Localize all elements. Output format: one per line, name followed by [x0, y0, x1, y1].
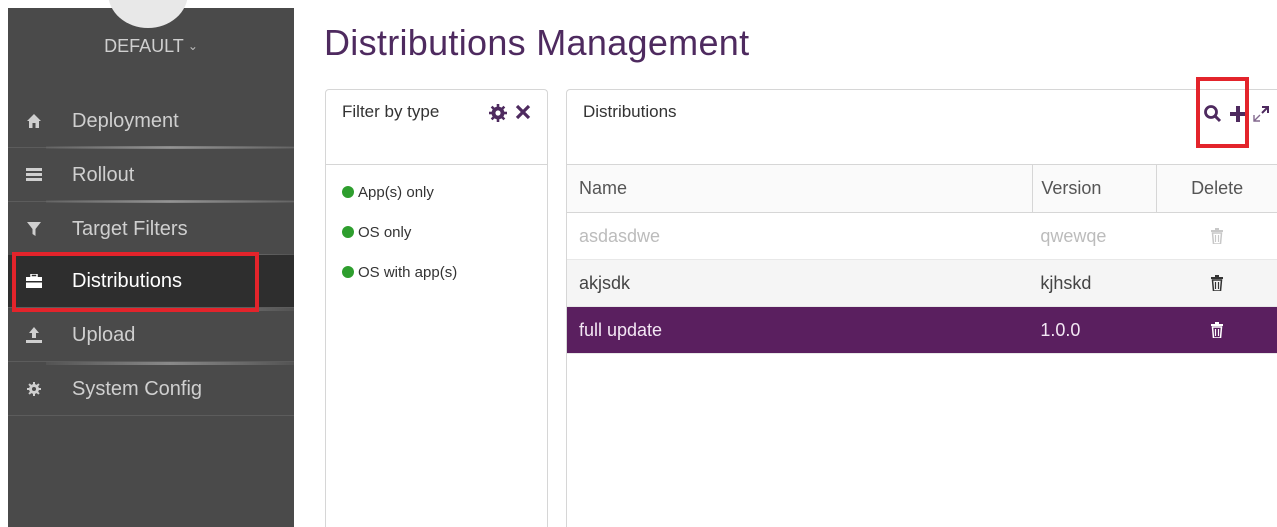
sidebar-item-upload[interactable]: Upload: [8, 309, 294, 362]
chevron-down-icon: ⌄: [187, 39, 198, 53]
tenant-label: DEFAULT: [104, 36, 184, 56]
column-header-version[interactable]: Version: [1032, 165, 1156, 212]
sidebar-item-label: Rollout: [72, 163, 135, 186]
table-header: Name Version Delete: [567, 165, 1277, 213]
filter-item-label: OS with app(s): [358, 263, 458, 281]
close-icon[interactable]: [515, 104, 531, 127]
filter-item-os-with-apps[interactable]: OS with app(s): [342, 259, 547, 285]
sidebar-item-label: Deployment: [72, 109, 179, 132]
row-name: asdasdwe: [579, 225, 661, 246]
table-row[interactable]: akjsdk kjhskd: [567, 260, 1277, 307]
home-icon: [26, 113, 42, 129]
row-version: qwewqe: [1040, 225, 1107, 246]
delete-icon[interactable]: [1156, 213, 1277, 259]
distributions-panel: Distributions Name Version Delete asdasd…: [566, 89, 1277, 527]
column-header-name[interactable]: Name: [567, 165, 1032, 212]
row-version: 1.0.0: [1040, 319, 1081, 340]
sidebar-item-rollout[interactable]: Rollout: [8, 149, 294, 202]
upload-icon: [26, 327, 42, 343]
sidebar-item-label: Upload: [72, 323, 136, 346]
table-row-selected[interactable]: full update 1.0.0: [567, 307, 1277, 354]
list-icon: [26, 167, 42, 183]
filter-panel: Filter by type App(s) only OS only OS wi…: [325, 89, 548, 527]
filter-item-apps-only[interactable]: App(s) only: [342, 179, 547, 205]
page-title: Distributions Management: [324, 22, 750, 63]
tenant-selector[interactable]: DEFAULT ⌄: [8, 36, 294, 57]
filter-item-label: OS only: [358, 223, 412, 241]
filter-title: Filter by type: [342, 102, 440, 121]
settings-icon[interactable]: [489, 104, 507, 127]
filter-item-label: App(s) only: [358, 183, 434, 201]
delete-icon[interactable]: [1156, 260, 1277, 306]
column-header-delete: Delete: [1156, 165, 1277, 212]
gear-icon: [26, 381, 42, 397]
row-version: kjhskd: [1040, 272, 1092, 293]
status-dot: [342, 186, 354, 198]
sidebar-item-target-filters[interactable]: Target Filters: [8, 203, 294, 256]
delete-icon[interactable]: [1156, 307, 1277, 353]
distributions-title: Distributions: [583, 102, 677, 121]
table-row[interactable]: asdasdwe qwewqe: [567, 213, 1277, 260]
filter-icon: [26, 221, 42, 237]
row-name: akjsdk: [579, 272, 631, 293]
highlight-add-button: [1196, 77, 1249, 148]
distributions-header: Distributions: [567, 90, 1277, 165]
avatar[interactable]: [108, 0, 188, 28]
highlight-distributions: [12, 252, 259, 312]
maximize-icon[interactable]: [1253, 106, 1269, 127]
row-name: full update: [579, 319, 663, 340]
filter-item-os-only[interactable]: OS only: [342, 219, 547, 245]
status-dot: [342, 266, 354, 278]
sidebar-item-label: Target Filters: [72, 217, 188, 240]
sidebar-item-deployment[interactable]: Deployment: [8, 95, 294, 148]
sidebar-item-label: System Config: [72, 377, 203, 400]
status-dot: [342, 226, 354, 238]
sidebar-item-system-config[interactable]: System Config: [8, 363, 294, 416]
filter-header: Filter by type: [326, 90, 547, 165]
